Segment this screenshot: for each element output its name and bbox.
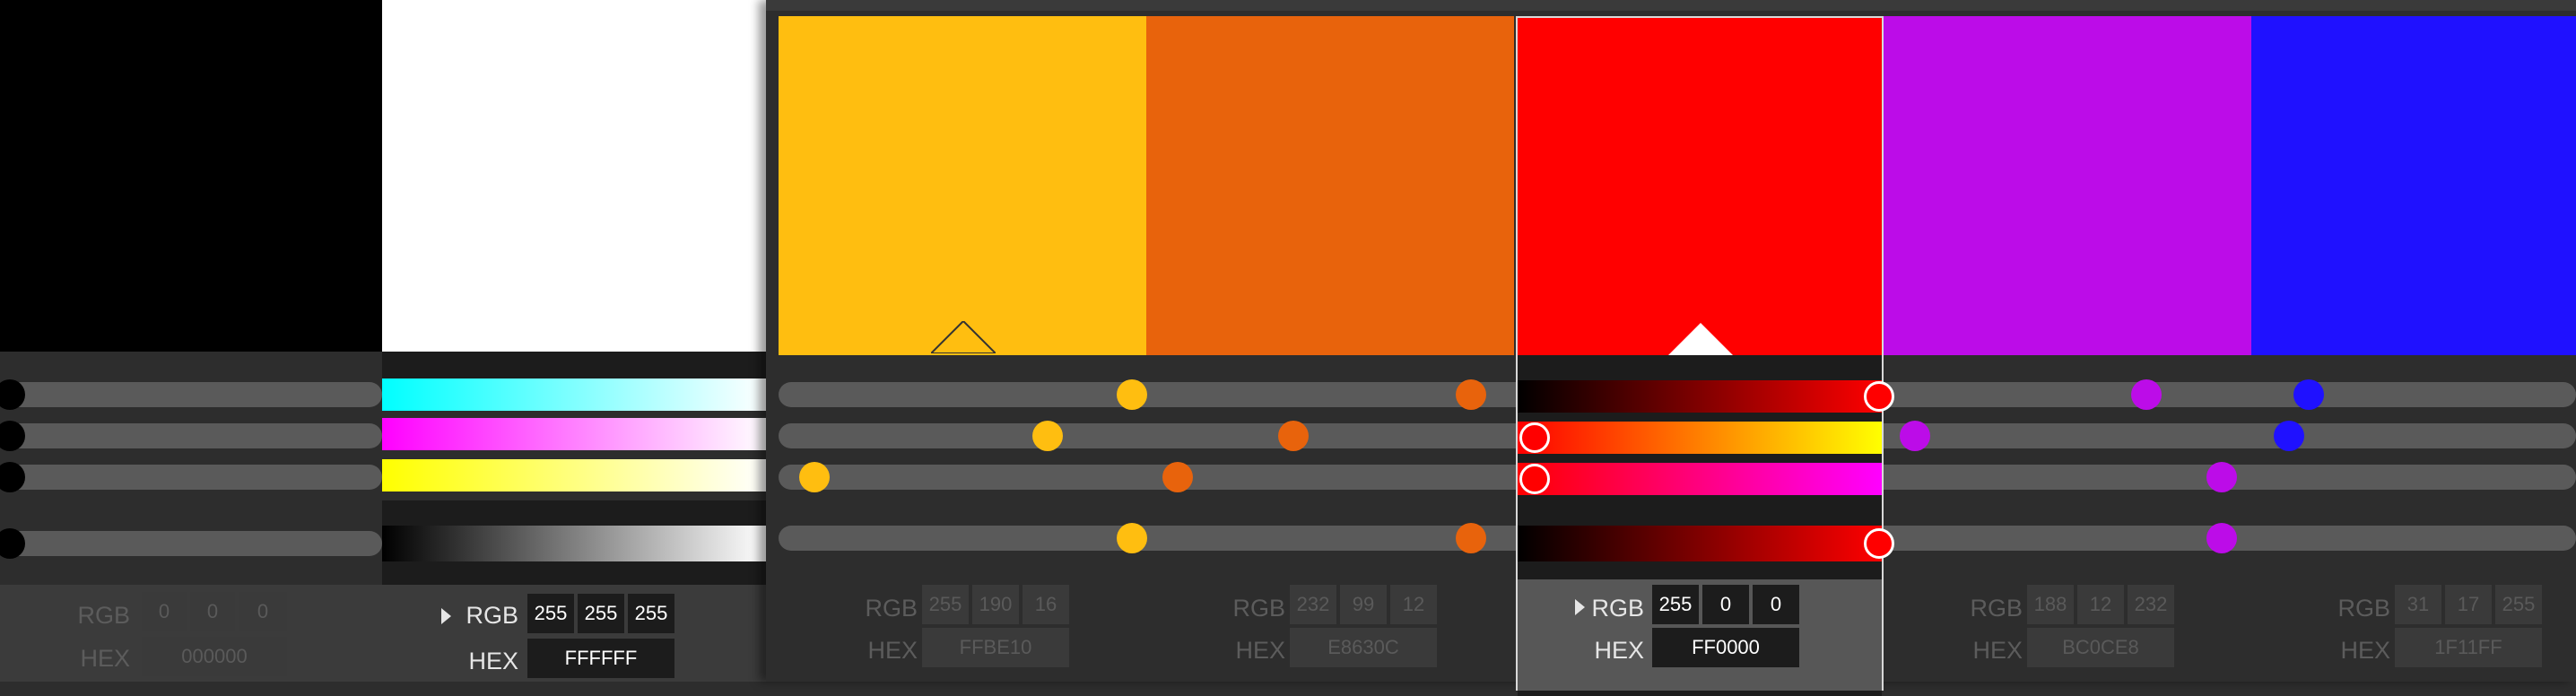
rgb-r-field[interactable]: 255	[527, 594, 574, 633]
rgb-b-field[interactable]: 232	[2128, 585, 2174, 624]
rgb-g-field[interactable]: 0	[190, 592, 235, 631]
rgb-label: RGB	[466, 602, 518, 629]
slider-track-red[interactable]	[1518, 380, 1882, 413]
panel-purple[interactable]: RGB 188 12 232 HEX BC0CE8	[1884, 0, 2251, 682]
swatch-yellow[interactable]	[779, 16, 1146, 355]
hex-field[interactable]: 1F11FF	[2395, 628, 2542, 667]
rgb-label: RGB	[77, 602, 130, 629]
rgb-label: RGB	[1591, 595, 1644, 622]
hex-field[interactable]: FFFFFF	[527, 639, 674, 678]
slider-knob[interactable]	[2274, 421, 2304, 451]
slider-track-blue[interactable]	[1518, 463, 1882, 495]
rgb-r-field[interactable]: 31	[2395, 585, 2441, 624]
slider-track-key[interactable]	[0, 531, 382, 556]
rgb-label: RGB	[2337, 595, 2390, 622]
rgb-r-field[interactable]: 188	[2027, 585, 2074, 624]
hex-label: HEX	[1594, 637, 1644, 664]
rgb-r-field[interactable]: 232	[1290, 585, 1336, 624]
hex-label: HEX	[1235, 637, 1285, 664]
slider-track-key[interactable]	[1518, 526, 1882, 561]
rgb-g-field[interactable]: 255	[578, 594, 624, 633]
slider-knob[interactable]	[1456, 523, 1486, 553]
hex-field[interactable]: FF0000	[1652, 628, 1799, 667]
hex-label: HEX	[80, 645, 130, 672]
hex-field[interactable]: BC0CE8	[2027, 628, 2174, 667]
slider-knob[interactable]	[1032, 421, 1063, 451]
rgb-g-field[interactable]: 12	[2077, 585, 2124, 624]
swatch-white[interactable]	[382, 0, 766, 352]
rgb-r-field[interactable]: 255	[922, 585, 969, 624]
hex-field[interactable]: E8630C	[1290, 628, 1437, 667]
slider-knob[interactable]	[2131, 379, 2162, 410]
slider-track-yellow[interactable]	[382, 459, 766, 492]
hex-field[interactable]: 000000	[142, 637, 287, 676]
swatch-purple[interactable]	[1884, 16, 2251, 355]
slider-knob[interactable]	[1519, 464, 1550, 494]
panel-white[interactable]: RGB 255 255 255 HEX FFFFFF	[382, 0, 766, 682]
swatch-orange[interactable]	[1146, 16, 1514, 355]
slider-track-magenta[interactable]	[0, 423, 382, 448]
rgb-g-field[interactable]: 17	[2445, 585, 2492, 624]
slider-knob[interactable]	[2206, 462, 2237, 492]
swatch-red[interactable]	[1518, 18, 1882, 355]
slider-knob[interactable]	[1117, 523, 1147, 553]
hex-label: HEX	[1972, 637, 2023, 664]
hex-label: HEX	[2340, 637, 2390, 664]
slider-knob[interactable]	[1900, 421, 1930, 451]
slider-track-cyan[interactable]	[382, 378, 766, 411]
rgb-label: RGB	[1970, 595, 2023, 622]
panel-black[interactable]: RGB 0 0 0 HEX 000000	[0, 0, 382, 682]
slider-track-cyan[interactable]	[0, 382, 382, 407]
rgb-b-field[interactable]: 12	[1390, 585, 1437, 624]
slider-knob[interactable]	[799, 462, 830, 492]
slider-track-key[interactable]	[382, 526, 766, 561]
rgb-g-field[interactable]: 190	[972, 585, 1019, 624]
slider-knob[interactable]	[2206, 523, 2237, 553]
rgb-b-field[interactable]: 16	[1023, 585, 1069, 624]
rgb-g-field[interactable]: 0	[1702, 585, 1749, 624]
rgb-r-field[interactable]: 255	[1652, 585, 1699, 624]
triangle-up-icon	[928, 319, 998, 354]
panel-orange[interactable]: RGB 232 99 12 HEX E8630C	[1146, 0, 1514, 682]
panel-blue[interactable]: RGB 31 17 255 HEX 1F11FF	[2251, 0, 2576, 682]
slider-knob[interactable]	[1456, 379, 1486, 410]
rgb-b-field[interactable]: 255	[628, 594, 674, 633]
hex-label: HEX	[867, 637, 918, 664]
slider-track-green[interactable]	[1518, 422, 1882, 454]
slider-knob[interactable]	[2293, 379, 2324, 410]
slider-knob[interactable]	[1162, 462, 1193, 492]
panel-red[interactable]: RGB 255 0 0 HEX FF0000	[1516, 16, 1894, 696]
swatch-black[interactable]	[0, 0, 382, 352]
slider-track-magenta[interactable]	[382, 418, 766, 450]
slider-knob[interactable]	[1519, 422, 1550, 453]
swatch-blue[interactable]	[2251, 16, 2576, 355]
slider-knob[interactable]	[1278, 421, 1309, 451]
rgb-b-field[interactable]: 0	[1753, 585, 1799, 624]
rgb-label: RGB	[1232, 595, 1285, 622]
rgb-label: RGB	[865, 595, 918, 622]
rgb-g-field[interactable]: 99	[1340, 585, 1387, 624]
panel-yellow[interactable]: RGB 255 190 16 HEX FFBE10	[779, 0, 1146, 682]
hex-field[interactable]: FFBE10	[922, 628, 1069, 667]
triangle-up-icon	[1668, 323, 1733, 355]
palette-window: RGB 255 190 16 HEX FFBE10 RGB 232 99 12 …	[766, 0, 2576, 696]
rgb-b-field[interactable]: 255	[2495, 585, 2542, 624]
slider-knob[interactable]	[1117, 379, 1147, 410]
rgb-r-field[interactable]: 0	[142, 592, 187, 631]
hex-label: HEX	[468, 648, 518, 674]
rgb-b-field[interactable]: 0	[239, 592, 287, 631]
slider-track-yellow[interactable]	[0, 465, 382, 490]
